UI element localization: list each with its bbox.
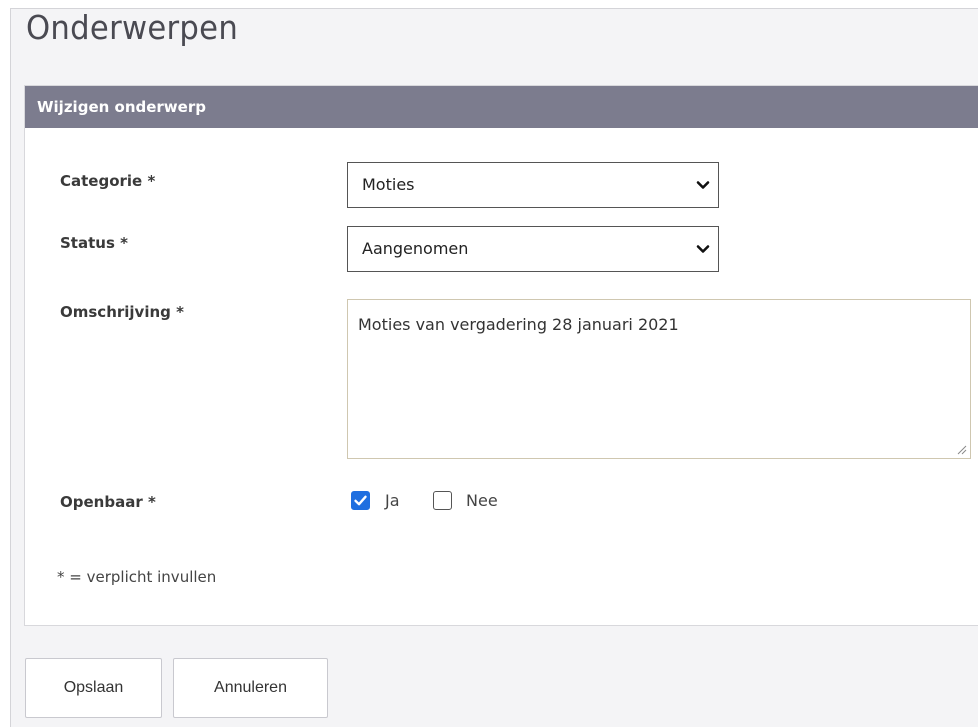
categorie-select[interactable]: Moties — [347, 162, 719, 208]
chevron-down-icon — [696, 245, 710, 253]
openbaar-nee-checkbox[interactable] — [433, 491, 452, 510]
omschrijving-label: Omschrijving * — [60, 303, 184, 321]
categorie-label: Categorie * — [60, 172, 156, 190]
edit-panel: Wijzigen onderwerp Categorie * Moties St… — [24, 85, 978, 626]
cancel-button[interactable]: Annuleren — [173, 658, 328, 718]
categorie-select-value: Moties — [362, 175, 415, 194]
openbaar-label: Openbaar * — [60, 493, 156, 511]
page: Onderwerpen Wijzigen onderwerp Categorie… — [0, 0, 978, 727]
panel-header: Wijzigen onderwerp — [25, 86, 978, 128]
omschrijving-textarea[interactable]: Moties van vergadering 28 januari 2021 — [347, 299, 971, 459]
required-footnote: * = verplicht invullen — [57, 568, 217, 586]
openbaar-nee-label[interactable]: Nee — [466, 491, 498, 510]
save-button[interactable]: Opslaan — [25, 658, 162, 718]
resize-grip-icon[interactable] — [957, 445, 967, 455]
chevron-down-icon — [696, 181, 710, 189]
openbaar-ja-label[interactable]: Ja — [385, 491, 400, 510]
page-title: Onderwerpen — [26, 8, 239, 47]
status-select-value: Aangenomen — [362, 239, 469, 258]
status-select[interactable]: Aangenomen — [347, 226, 719, 272]
openbaar-ja-checkbox[interactable] — [351, 491, 370, 510]
status-label: Status * — [60, 234, 128, 252]
omschrijving-value: Moties van vergadering 28 januari 2021 — [358, 315, 679, 334]
check-icon — [354, 495, 367, 506]
